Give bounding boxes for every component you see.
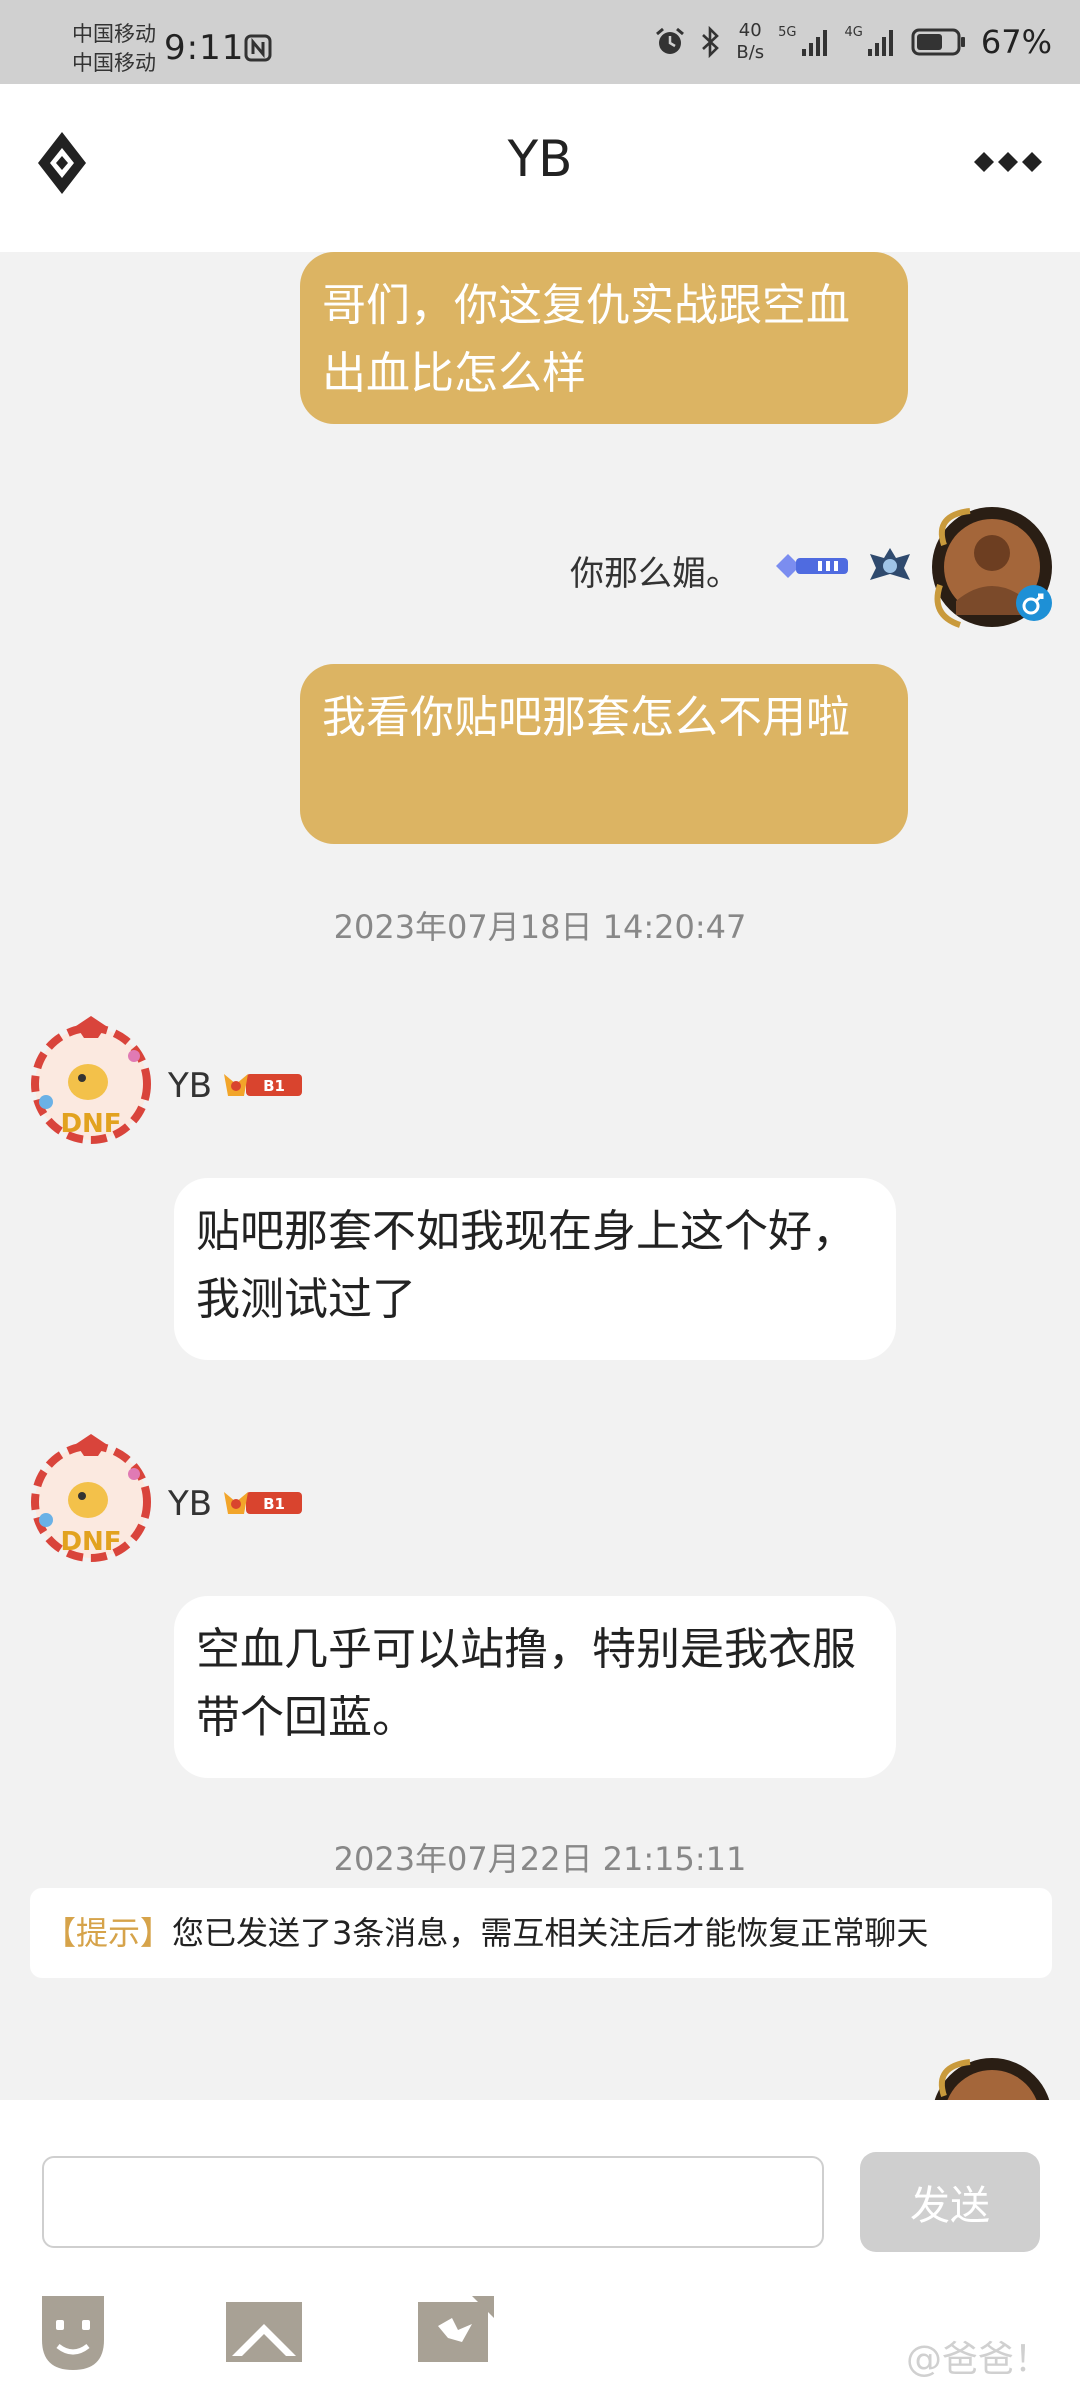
carrier-labels: 中国移动 中国移动 — [72, 20, 156, 78]
level-badge: B1 — [220, 1486, 304, 1516]
sender-avatar[interactable]: DNF — [26, 1434, 156, 1564]
notice-text: 您已发送了3条消息，需互相关注后才能恢复正常聊天 — [172, 1914, 929, 1952]
bluetooth-icon — [700, 26, 722, 58]
timestamp: 2023年07月22日 21:15:11 — [333, 1840, 747, 1878]
sender-avatar[interactable]: DNF — [26, 1016, 156, 1146]
battery-percentage: 67% — [980, 23, 1052, 61]
emblem-icon — [866, 546, 914, 580]
signal-1-icon — [801, 27, 831, 57]
puzzle-icon[interactable] — [418, 2296, 494, 2366]
notice-tag: 【提示】 — [44, 1914, 173, 1952]
signal-1-tag: 5G — [778, 24, 797, 40]
sender-caption: 你那么媚。 — [570, 554, 740, 594]
net-speed-value: 40 — [738, 20, 762, 41]
my-avatar[interactable] — [930, 2056, 1060, 2100]
battery-icon — [911, 27, 967, 57]
rate-limit-notice: 【提示】您已发送了3条消息，需互相关注后才能恢复正常聊天 — [30, 1888, 1052, 1978]
svg-text:DNF: DNF — [60, 1527, 121, 1557]
net-speed: 40 B/s — [736, 20, 764, 64]
my-avatar[interactable] — [930, 505, 1060, 635]
status-bar: 中国移动 中国移动 9:11 40 B/s 5G 4G 67% — [0, 0, 1080, 84]
carrier-2: 中国移动 — [72, 51, 156, 75]
status-time: 9:11 — [164, 28, 245, 68]
carrier-1: 中国移动 — [72, 22, 156, 46]
signal-2-tag: 4G — [844, 24, 863, 40]
level-badge-text: B1 — [263, 1495, 285, 1513]
send-button[interactable]: 发送 — [860, 2152, 1040, 2252]
level-badge-text: B1 — [263, 1077, 285, 1095]
svg-text:DNF: DNF — [60, 1109, 121, 1139]
nfc-icon — [244, 34, 272, 62]
message-bubble-theirs[interactable]: 贴吧那套不如我现在身上这个好，我测试过了 — [174, 1178, 896, 1360]
message-bubble-mine[interactable]: 哥们，你这复仇实战跟空血出血比怎么样 — [300, 252, 908, 424]
image-icon[interactable] — [226, 2302, 302, 2366]
watermark: @爸爸！ — [905, 2339, 1050, 2380]
status-icons: 40 B/s 5G 4G 67% — [654, 0, 1052, 84]
message-bubble-mine[interactable]: 我看你贴吧那套怎么不用啦 — [300, 664, 908, 844]
emoji-icon[interactable] — [38, 2296, 108, 2374]
sender-name: YB — [168, 1066, 213, 1106]
level-badge: B1 — [220, 1068, 304, 1098]
alarm-icon — [654, 26, 686, 58]
timestamp: 2023年07月18日 14:20:47 — [333, 908, 747, 946]
chat-header: YB — [0, 84, 1080, 252]
net-speed-unit: B/s — [736, 42, 765, 63]
more-icon[interactable] — [974, 148, 1042, 176]
rank-badge-icon — [772, 548, 852, 578]
message-input[interactable] — [42, 2156, 824, 2248]
signal-2-icon — [867, 27, 897, 57]
chat-title: YB — [507, 130, 573, 188]
sender-name: YB — [168, 1484, 213, 1524]
message-bubble-theirs[interactable]: 空血几乎可以站撸，特别是我衣服带个回蓝。 — [174, 1596, 896, 1778]
